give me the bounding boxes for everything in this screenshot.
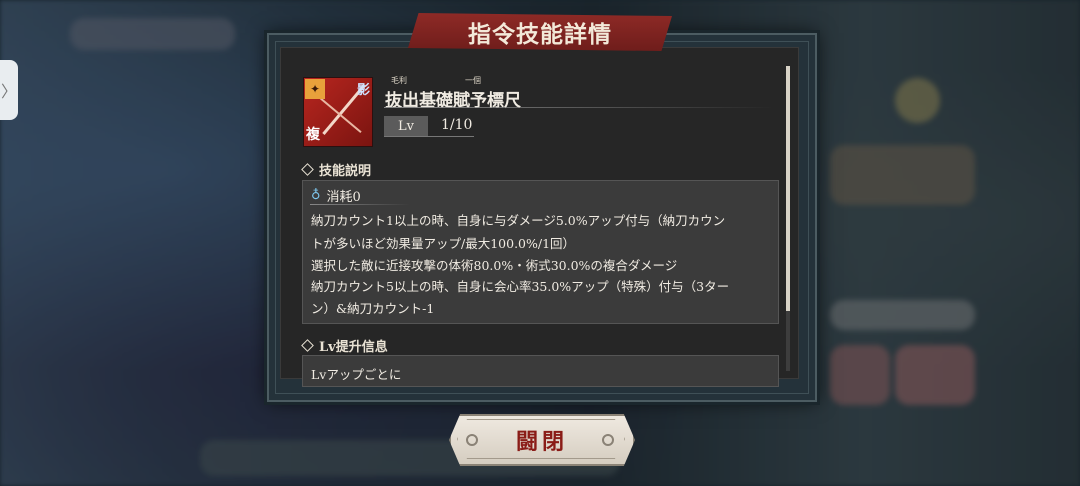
dialog-title: 指令技能詳情 — [468, 21, 612, 48]
section-title: Lv提升信息 — [319, 340, 388, 355]
close-button-label: 闘閉 — [515, 429, 568, 455]
diamond-icon — [301, 163, 314, 176]
mana-drop-icon: ♁ — [311, 188, 321, 203]
lv-info-section-header: Lv提升信息 — [301, 336, 388, 355]
skill-name-ruby: 一個 — [465, 76, 481, 85]
scrollbar-thumb[interactable] — [786, 66, 790, 311]
divider — [384, 107, 774, 108]
ornament-icon — [602, 434, 614, 446]
cost-row: ♁ 消耗0 — [311, 186, 361, 205]
cost-text: 消耗0 — [326, 190, 361, 205]
side-drawer-tab[interactable]: 〉 — [0, 60, 18, 120]
ornament-icon — [466, 434, 478, 446]
level-label: Lv — [384, 116, 428, 136]
section-title: 技能説明 — [319, 164, 372, 179]
description-line: トが多いほど効果量アップ/最大100.0%/1回） — [311, 236, 576, 251]
description-line: 選択した敵に近接攻撃の体術80.0%・術式30.0%の複合ダメージ — [311, 258, 678, 273]
description-section-header: 技能説明 — [301, 160, 372, 179]
dialog-title-banner: 指令技能詳情 — [408, 13, 672, 51]
skill-element-icon: 影 — [356, 83, 370, 98]
skill-name-ruby: 毛利 — [391, 76, 407, 85]
divider — [384, 136, 474, 137]
level-value: 1/10 — [441, 117, 473, 133]
skill-icon: ✦ 影 複 — [303, 77, 373, 147]
description-line: 納刀カウント5以上の時、自身に会心率35.0%アップ（特殊）付与（3ター — [311, 279, 730, 294]
description-line: 納刀カウント1以上の時、自身に与ダメージ5.0%アップ付与（納刀カウン — [311, 213, 726, 228]
chevron-right-icon: 〉 — [0, 82, 17, 101]
skill-type-badge-icon: ✦ — [305, 79, 325, 99]
skill-category-label: 複 — [306, 127, 320, 143]
divider — [310, 204, 410, 205]
lv-info-text: Lvアップごとに — [311, 367, 402, 382]
description-line: ン）&納刀カウント-1 — [311, 301, 435, 316]
diamond-icon — [301, 339, 314, 352]
